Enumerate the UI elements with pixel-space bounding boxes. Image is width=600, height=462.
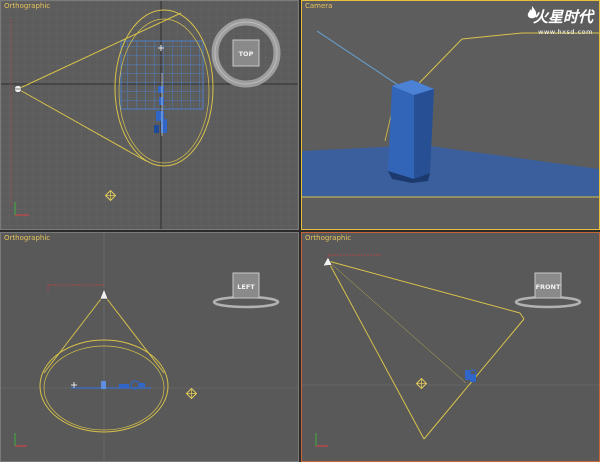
figure-object[interactable] (465, 369, 477, 382)
viewport-top-canvas: TOP (1, 1, 298, 229)
ground-plane[interactable] (302, 145, 599, 197)
light-cone-edge-right (103, 294, 165, 374)
light-cone-edge-upper (327, 260, 521, 314)
axis-tripod-icon (14, 433, 27, 447)
grid (1, 1, 298, 229)
viewport-front-canvas: FRONT (302, 254, 599, 447)
viewport-label[interactable]: Orthographic (4, 2, 50, 10)
target-diamond-icon[interactable] (185, 387, 198, 400)
viewport-orthographic-left[interactable]: Orthographic LEFT (0, 232, 299, 462)
viewcube[interactable]: FRONT (514, 272, 582, 309)
viewport-orthographic-top[interactable]: Orthographic TOP (0, 0, 299, 230)
light-cone-edge-top (461, 32, 523, 40)
axis-tripod-icon (315, 433, 328, 447)
watermark-url: www.hxsd.com (538, 28, 593, 36)
viewcube-label[interactable]: FRONT (536, 283, 561, 291)
viewcube-label[interactable]: LEFT (237, 283, 255, 291)
light-icon[interactable] (99, 288, 109, 300)
viewport-label[interactable]: Orthographic (4, 234, 50, 242)
viewport-left-canvas: LEFT (1, 233, 298, 461)
viewport-label[interactable]: Camera (305, 2, 332, 10)
light-cone-base-top (519, 312, 525, 320)
cylinder-object[interactable] (388, 80, 434, 183)
viewport-orthographic-front[interactable]: Orthographic FRONT (301, 232, 600, 462)
viewcube-label[interactable]: TOP (239, 50, 254, 58)
viewport-label[interactable]: Orthographic (305, 234, 351, 242)
viewport-camera[interactable]: Camera 火星时代 www.hxsd.com (301, 0, 600, 230)
watermark-logo-text: 火星时代 (532, 8, 593, 26)
viewcube[interactable]: LEFT (212, 272, 280, 309)
target-diamond-icon[interactable] (415, 377, 428, 390)
watermark: 火星时代 www.hxsd.com (526, 6, 593, 36)
light-cone-edge-left (43, 294, 105, 374)
light-cone-edge-lower (327, 260, 425, 440)
